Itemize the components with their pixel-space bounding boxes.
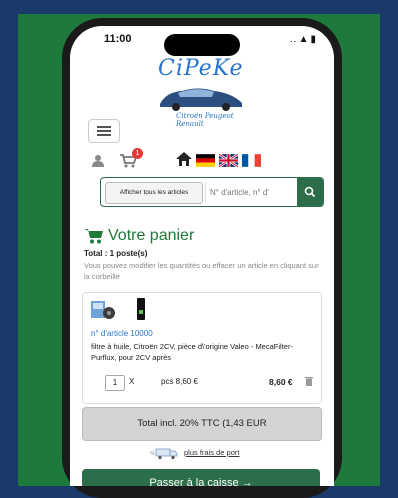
product-image[interactable] (91, 300, 115, 320)
status-bar: 11:00 ‥ ▲ ▮ (70, 26, 334, 56)
french-flag-icon[interactable] (242, 154, 261, 167)
quantity-field[interactable]: 1 (105, 375, 125, 391)
unit-price: pcs 8,60 € (161, 377, 198, 386)
menu-bar (97, 126, 111, 128)
user-icon[interactable] (92, 154, 104, 167)
header-icons: 1 (88, 148, 318, 170)
menu-button[interactable] (88, 119, 120, 143)
search-input[interactable] (205, 182, 293, 202)
cart-count-badge: 1 (132, 148, 143, 159)
car-logo-icon (160, 88, 242, 111)
checkout-button[interactable]: Passer à la caisse → (82, 469, 320, 486)
dynamic-island (164, 34, 240, 56)
cart-item-count: Total : 1 poste(s) (84, 249, 148, 258)
trash-icon[interactable] (305, 376, 313, 386)
phone-screen: 11:00 ‥ ▲ ▮ CiPeKe Citroën Peugeot Renau… (70, 26, 334, 486)
status-icons: ‥ ▲ ▮ (289, 34, 316, 45)
home-icon[interactable] (176, 152, 192, 166)
menu-bar (97, 130, 111, 132)
german-flag-icon[interactable] (196, 154, 215, 167)
site-logo[interactable]: CiPeKe Citroën Peugeot Renault (150, 56, 260, 132)
article-number[interactable]: n° d'article 10000 (91, 329, 153, 338)
shipping-costs-link[interactable]: plus frais de port (184, 448, 239, 457)
cart-item: n° d'article 10000 filtre à huile, Citro… (82, 292, 322, 404)
show-all-articles-button[interactable]: Afficher tous les articles (105, 182, 203, 204)
cart-hint: Vous pouvez modifier les quantités ou ef… (84, 261, 319, 281)
uk-flag-icon[interactable] (219, 154, 238, 167)
shopping-cart-icon (84, 229, 103, 244)
delivery-truck-icon (150, 448, 178, 460)
cart-title: Votre panier (108, 227, 195, 244)
logo-title: CiPeKe (158, 56, 244, 81)
quantity-multiplier: X (129, 377, 135, 386)
menu-bar (97, 134, 111, 136)
logo-subtitle: Citroën Peugeot Renault (176, 112, 234, 128)
search-icon (304, 186, 316, 198)
line-total: 8,60 € (269, 377, 293, 387)
item-description: filtre à huile, Citroën 2CV, pièce d\'or… (91, 342, 293, 362)
product-image-2[interactable] (137, 298, 145, 320)
order-total: Total incl. 20% TTC (1,43 EUR (82, 407, 322, 441)
search-button[interactable] (297, 178, 323, 206)
status-time: 11:00 (104, 33, 132, 45)
search-bar: Afficher tous les articles (100, 177, 324, 207)
